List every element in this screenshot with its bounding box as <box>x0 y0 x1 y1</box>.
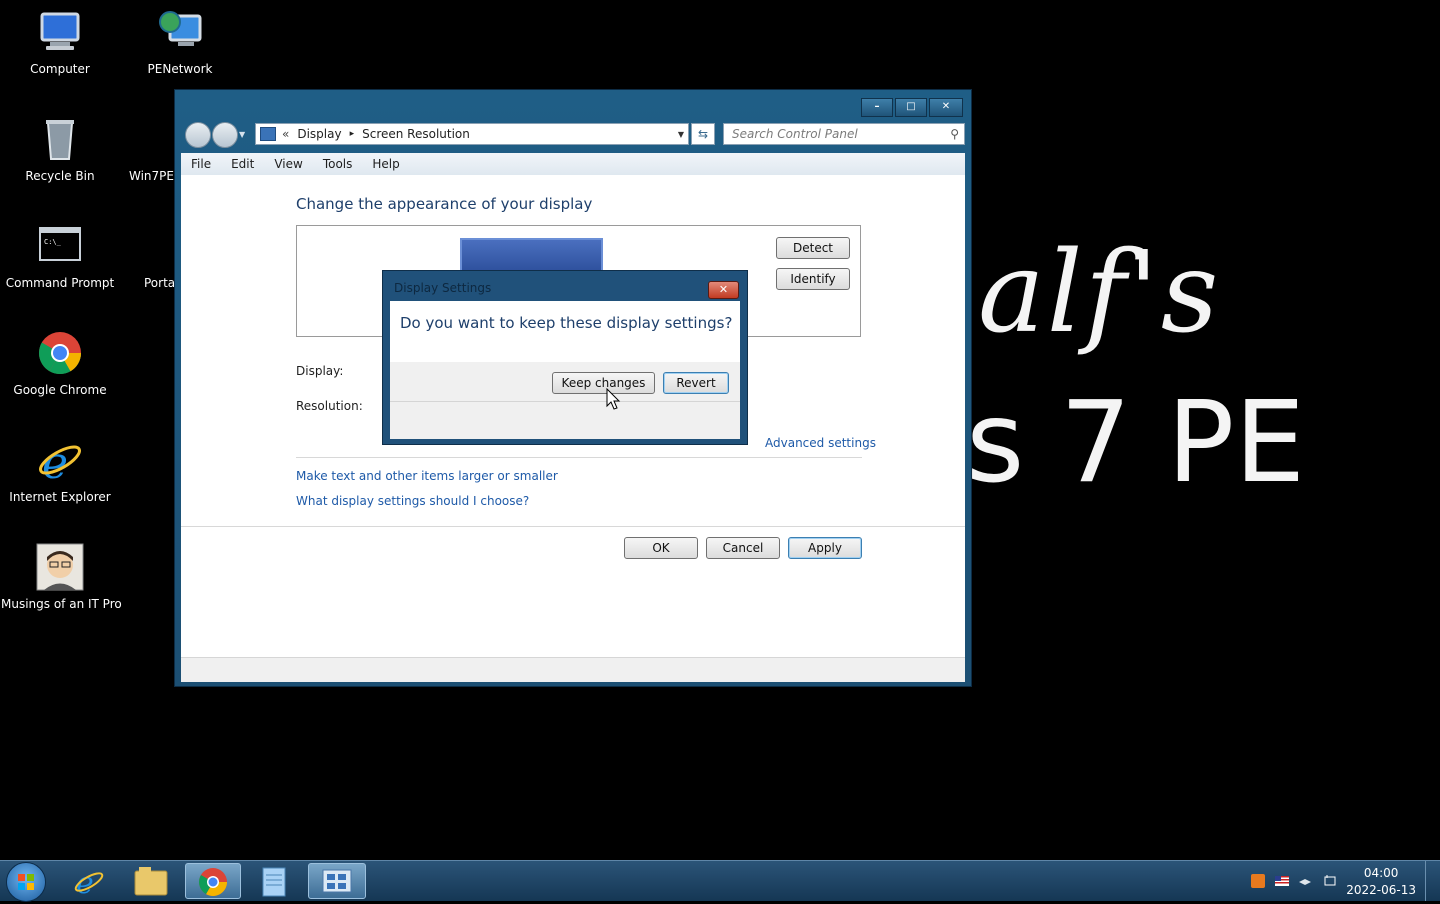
dialog-close-button[interactable]: ✕ <box>708 281 739 299</box>
taskbar-internet-explorer[interactable]: e <box>62 863 118 901</box>
display-settings-dialog: Display Settings ✕ Do you want to keep t… <box>382 270 748 445</box>
advanced-settings-link[interactable]: Advanced settings <box>765 436 876 450</box>
windows-logo-icon <box>18 874 34 890</box>
taskbar-notepad[interactable] <box>246 863 302 899</box>
revert-button[interactable]: Revert <box>663 372 729 394</box>
menu-bar: File Edit View Tools Help <box>181 153 965 175</box>
forward-button[interactable] <box>212 122 238 148</box>
maximize-button[interactable]: □ <box>895 98 927 117</box>
text-size-link[interactable]: Make text and other items larger or smal… <box>296 469 558 483</box>
recycle-bin-icon <box>36 115 84 163</box>
desktop-icon-command-prompt[interactable]: C:\_ Command Prompt <box>1 222 119 290</box>
taskbar-file-explorer[interactable] <box>123 863 179 899</box>
dialog-question: Do you want to keep these display settin… <box>400 314 733 332</box>
notepad-icon <box>262 867 286 897</box>
mouse-cursor-icon <box>606 388 621 410</box>
chrome-icon <box>36 329 84 377</box>
taskbar-google-chrome[interactable] <box>185 863 241 899</box>
clock-time: 04:00 <box>1363 866 1399 880</box>
avatar-icon <box>36 543 84 591</box>
desktop-icon-internet-explorer[interactable]: e Internet Explorer <box>1 436 119 504</box>
address-row: ▼ « Display ▸ Screen Resolution ▼ ⇆ Sear… <box>183 120 965 148</box>
status-bar <box>181 657 965 682</box>
taskbar: e 04:00 2022-06-13 <box>0 860 1440 902</box>
detect-button[interactable]: Detect <box>776 237 850 259</box>
keep-changes-button[interactable]: Keep changes <box>552 372 655 394</box>
page-title: Change the appearance of your display <box>296 195 593 213</box>
desktop-icon-computer[interactable]: Computer <box>1 8 119 76</box>
breadcrumb-display[interactable]: Display <box>297 127 341 141</box>
refresh-icon[interactable]: ⇆ <box>691 123 715 145</box>
desktop-icon-label: Internet Explorer <box>9 490 111 504</box>
minimize-button[interactable]: – <box>861 98 893 117</box>
desktop-icon-musings[interactable]: Musings of an IT Pro <box>1 543 122 611</box>
desktop-icon-label: Recycle Bin <box>25 169 95 183</box>
recent-pages-icon[interactable]: ▼ <box>239 130 245 139</box>
desktop-icon-label: Google Chrome <box>13 383 107 397</box>
control-panel-icon <box>260 127 276 141</box>
back-button[interactable] <box>185 122 211 148</box>
window-controls: – □ ✕ <box>861 98 963 117</box>
dialog-divider <box>390 401 740 402</box>
wallpaper-text-line1: alf's <box>978 228 1221 358</box>
dialog-message-area: Do you want to keep these display settin… <box>390 301 740 362</box>
menu-file[interactable]: File <box>181 157 221 171</box>
divider <box>296 457 862 458</box>
breadcrumb-screen-resolution[interactable]: Screen Resolution <box>362 127 470 141</box>
show-desktop-button[interactable] <box>1425 861 1440 901</box>
desktop-icon-label: Computer <box>30 62 90 76</box>
desktop-icon-penetwork[interactable]: PENetwork <box>121 8 239 76</box>
taskbar-clock[interactable]: 04:00 2022-06-13 <box>1346 865 1416 899</box>
language-flag-icon[interactable] <box>1275 874 1289 888</box>
display-help-link[interactable]: What display settings should I choose? <box>296 494 529 508</box>
network-tray-icon[interactable] <box>1298 874 1312 888</box>
dialog-title: Display Settings <box>394 281 492 295</box>
close-button[interactable]: ✕ <box>929 98 963 117</box>
desktop-icon-label: Command Prompt <box>5 276 115 290</box>
menu-edit[interactable]: Edit <box>221 157 264 171</box>
desktop-icon-google-chrome[interactable]: Google Chrome <box>1 329 119 397</box>
action-center-icon[interactable] <box>1323 874 1337 888</box>
control-panel-icon <box>322 869 352 893</box>
folder-icon <box>134 867 168 896</box>
computer-icon <box>36 8 84 56</box>
display-label: Display: <box>296 364 344 378</box>
ie-icon: e <box>74 866 104 901</box>
ok-button[interactable]: OK <box>624 537 698 559</box>
cancel-button[interactable]: Cancel <box>706 537 780 559</box>
identify-button[interactable]: Identify <box>776 268 850 290</box>
apply-button[interactable]: Apply <box>788 537 862 559</box>
address-bar[interactable]: « Display ▸ Screen Resolution ▼ <box>255 123 689 145</box>
menu-help[interactable]: Help <box>362 157 409 171</box>
breadcrumb-overflow[interactable]: « <box>282 127 289 141</box>
dialog-body: Do you want to keep these display settin… <box>390 301 740 439</box>
desktop-icon-label: Musings of an IT Pro <box>1 597 122 611</box>
desktop-icon-label: PENetwork <box>147 62 213 76</box>
search-icon[interactable]: ⚲ <box>950 124 959 144</box>
search-placeholder: Search Control Panel <box>732 127 858 141</box>
command-prompt-icon: C:\_ <box>36 222 84 270</box>
clock-date: 2022-06-13 <box>1346 883 1416 897</box>
resolution-label: Resolution: <box>296 399 363 413</box>
network-icon <box>156 8 204 56</box>
desktop-icon-recycle-bin[interactable]: Recycle Bin <box>1 115 119 183</box>
wallpaper-text-line2: s 7 PE <box>966 378 1306 508</box>
menu-view[interactable]: View <box>264 157 312 171</box>
address-dropdown-icon[interactable]: ▼ <box>678 130 684 139</box>
menu-tools[interactable]: Tools <box>313 157 363 171</box>
ie-icon: e <box>36 436 84 489</box>
taskbar-control-panel[interactable] <box>308 863 366 899</box>
breadcrumb-separator[interactable]: ▸ <box>350 129 355 139</box>
tray-app-icon[interactable] <box>1251 874 1265 888</box>
chrome-icon <box>199 868 227 896</box>
svg-text:C:\_: C:\_ <box>44 238 62 246</box>
search-input[interactable]: Search Control Panel ⚲ <box>723 123 965 145</box>
start-button[interactable] <box>6 862 46 902</box>
divider <box>181 526 965 527</box>
